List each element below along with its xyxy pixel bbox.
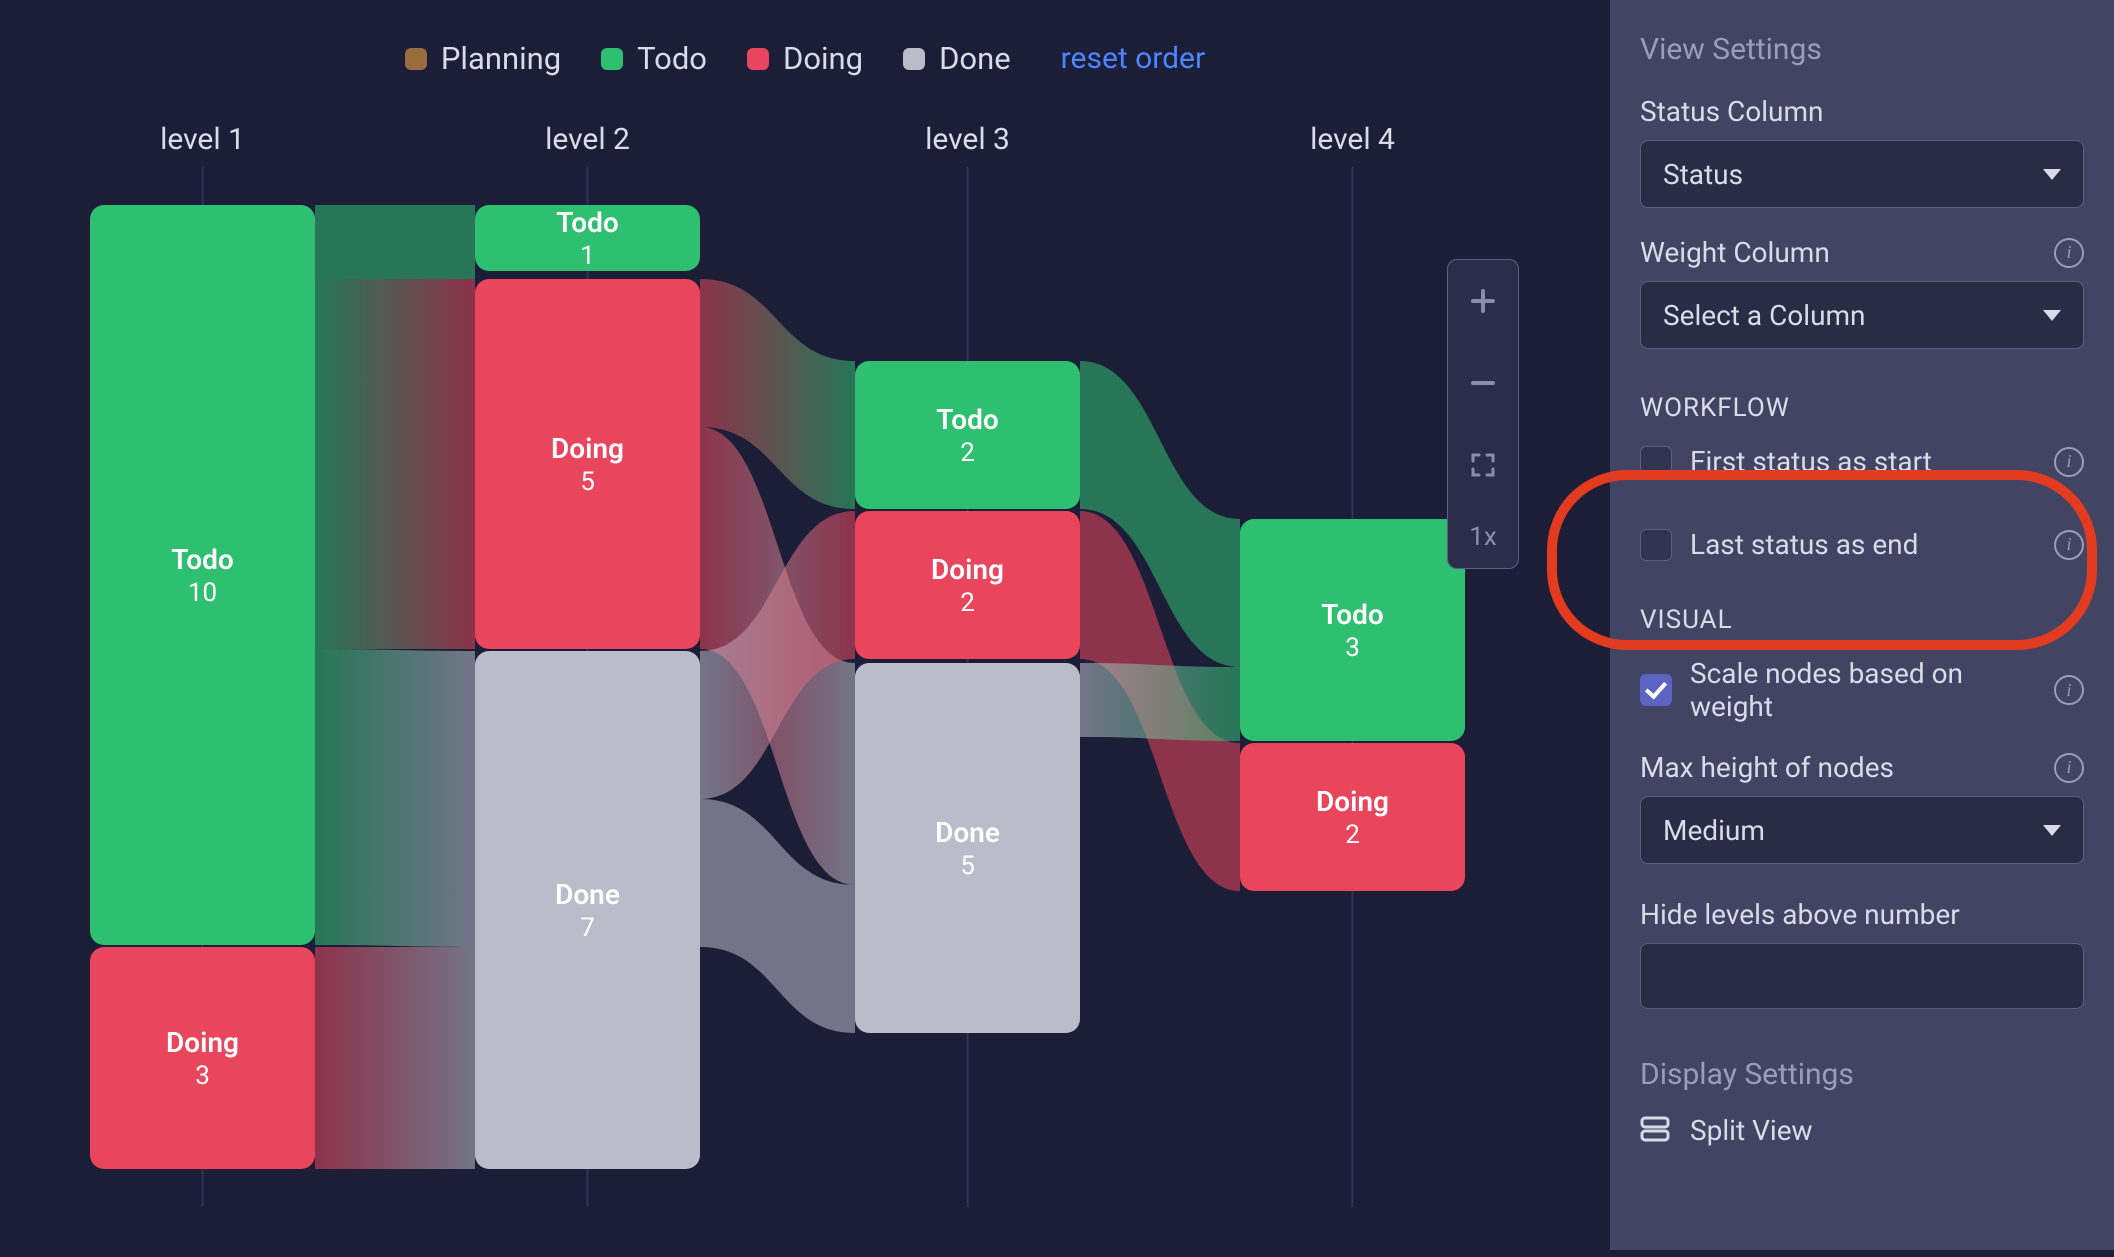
legend-label: Todo — [637, 40, 707, 77]
status-column-label: Status Column — [1640, 95, 2084, 128]
sankey-chart: level 1level 2level 3level 4Todo10Doing3… — [0, 107, 1610, 1207]
section-workflow: WORKFLOW — [1640, 393, 2084, 423]
minus-icon — [1470, 370, 1496, 396]
last-status-checkbox[interactable] — [1640, 529, 1672, 561]
info-icon[interactable]: i — [2054, 238, 2084, 268]
info-icon[interactable]: i — [2054, 447, 2084, 477]
section-visual: VISUAL — [1640, 605, 2084, 635]
column-header: level 2 — [545, 122, 630, 157]
hide-levels-label: Hide levels above number — [1640, 898, 1960, 931]
zoom-fit-button[interactable] — [1448, 424, 1518, 506]
reset-order-link[interactable]: reset order — [1061, 41, 1205, 76]
node-label: Doing — [551, 432, 624, 465]
first-status-checkbox[interactable] — [1640, 446, 1672, 478]
split-view-label: Split View — [1690, 1114, 1813, 1147]
settings-panel: View Settings Status Column Status Weigh… — [1610, 0, 2114, 1250]
node-label: Doing — [931, 553, 1004, 586]
chevron-down-icon — [2043, 310, 2061, 321]
legend-item[interactable]: Todo — [601, 40, 707, 77]
scale-nodes-label: Scale nodes based on weight — [1690, 657, 2036, 723]
hide-levels-input[interactable] — [1640, 943, 2084, 1009]
node-value: 2 — [1345, 820, 1360, 850]
legend-label: Done — [939, 40, 1011, 77]
node-value: 1 — [580, 241, 595, 271]
legend-swatch — [405, 48, 427, 70]
node-label: Done — [935, 816, 1000, 849]
chevron-down-icon — [2043, 825, 2061, 836]
plus-icon — [1470, 288, 1496, 314]
sankey-link[interactable] — [315, 947, 475, 1169]
legend: Planning Todo Doing Done reset order — [0, 0, 1610, 107]
status-column-select[interactable]: Status — [1640, 140, 2084, 208]
sankey-link[interactable] — [315, 649, 475, 947]
scale-nodes-checkbox[interactable] — [1640, 674, 1672, 706]
node-label: Doing — [1316, 785, 1389, 818]
info-icon[interactable]: i — [2054, 530, 2084, 560]
max-height-label: Max height of nodes — [1640, 751, 1894, 784]
node-label: Todo — [171, 543, 234, 576]
chart-area: Planning Todo Doing Done reset order level 1… — [0, 0, 1610, 1250]
legend-swatch — [601, 48, 623, 70]
legend-label: Doing — [783, 40, 863, 77]
zoom-controls: 1x — [1447, 259, 1519, 569]
node-value: 10 — [188, 578, 217, 608]
node-value: 3 — [195, 1061, 210, 1091]
legend-item[interactable]: Planning — [405, 40, 561, 77]
split-view-icon — [1640, 1116, 1670, 1146]
node-value: 3 — [1345, 633, 1360, 663]
first-status-label: First status as start — [1690, 445, 2036, 478]
max-height-select[interactable]: Medium — [1640, 796, 2084, 864]
section-view-settings: View Settings — [1640, 32, 2084, 67]
node-label: Doing — [166, 1026, 239, 1059]
weight-column-select[interactable]: Select a Column — [1640, 281, 2084, 349]
chevron-down-icon — [2043, 169, 2061, 180]
info-icon[interactable]: i — [2054, 675, 2084, 705]
max-height-value: Medium — [1663, 814, 1765, 847]
section-display-settings: Display Settings — [1640, 1057, 2084, 1092]
sankey-link[interactable] — [315, 205, 475, 279]
node-label: Todo — [1321, 598, 1384, 631]
node-value: 5 — [580, 467, 595, 497]
zoom-level-label: 1x — [1448, 506, 1518, 568]
legend-label: Planning — [441, 40, 561, 77]
weight-column-label: Weight Column — [1640, 236, 1830, 269]
node-value: 2 — [960, 588, 975, 618]
zoom-in-button[interactable] — [1448, 260, 1518, 342]
status-column-value: Status — [1663, 158, 1743, 191]
weight-column-value: Select a Column — [1663, 299, 1866, 332]
sankey-link[interactable] — [315, 279, 475, 649]
column-header: level 1 — [160, 122, 245, 157]
node-label: Todo — [936, 403, 999, 436]
node-value: 7 — [580, 913, 595, 943]
legend-swatch — [747, 48, 769, 70]
legend-item[interactable]: Doing — [747, 40, 863, 77]
node-value: 2 — [960, 438, 975, 468]
info-icon[interactable]: i — [2054, 753, 2084, 783]
node-label: Todo — [556, 206, 619, 239]
column-header: level 3 — [925, 122, 1010, 157]
sankey-link[interactable] — [1080, 663, 1240, 741]
zoom-out-button[interactable] — [1448, 342, 1518, 424]
expand-icon — [1470, 452, 1496, 478]
last-status-label: Last status as end — [1690, 528, 2036, 561]
node-value: 5 — [960, 851, 975, 881]
legend-item[interactable]: Done — [903, 40, 1011, 77]
node-label: Done — [555, 878, 620, 911]
legend-swatch — [903, 48, 925, 70]
column-header: level 4 — [1310, 122, 1395, 157]
